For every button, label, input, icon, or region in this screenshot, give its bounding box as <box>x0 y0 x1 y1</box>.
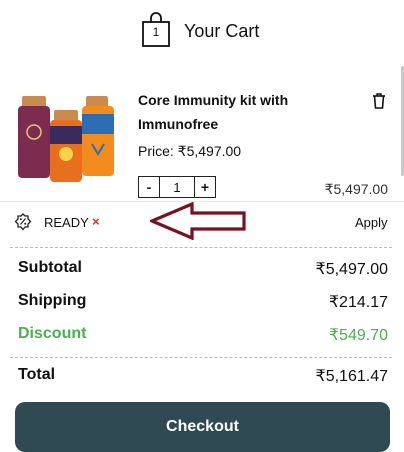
left-arrow-annotation-icon <box>150 202 246 240</box>
decrease-quantity-button[interactable]: - <box>139 177 159 197</box>
discount-value: ₹549.70 <box>328 327 388 344</box>
remove-coupon-button[interactable]: × <box>92 214 100 229</box>
total-value: ₹5,161.47 <box>315 368 388 385</box>
product-image <box>18 96 114 182</box>
subtotal-value: ₹5,497.00 <box>315 261 388 278</box>
product-name[interactable]: Core Immunity kit with Immunofree <box>138 88 368 136</box>
page-title: Your Cart <box>184 21 260 41</box>
subtotal-label: Subtotal <box>18 259 82 276</box>
apply-coupon-button[interactable]: Apply <box>355 215 388 230</box>
trash-icon[interactable] <box>372 93 386 109</box>
increase-quantity-button[interactable]: + <box>195 177 215 197</box>
discount-badge-icon <box>14 213 32 231</box>
total-label: Total <box>18 366 56 383</box>
coupon-code: READY <box>44 215 89 230</box>
shipping-label: Shipping <box>18 292 87 309</box>
product-price: Price: ₹5,497.00 <box>138 143 242 159</box>
shipping-value: ₹214.17 <box>328 294 388 311</box>
cart-count-badge: 1 <box>152 25 160 39</box>
quantity-stepper: - 1 + <box>138 176 216 198</box>
item-line-total: ₹5,497.00 <box>324 181 388 197</box>
summary-divider <box>10 247 392 248</box>
quantity-value[interactable]: 1 <box>159 177 195 197</box>
discount-label: Discount <box>18 325 87 342</box>
checkout-button[interactable]: Checkout <box>15 402 390 452</box>
total-divider <box>10 357 392 358</box>
